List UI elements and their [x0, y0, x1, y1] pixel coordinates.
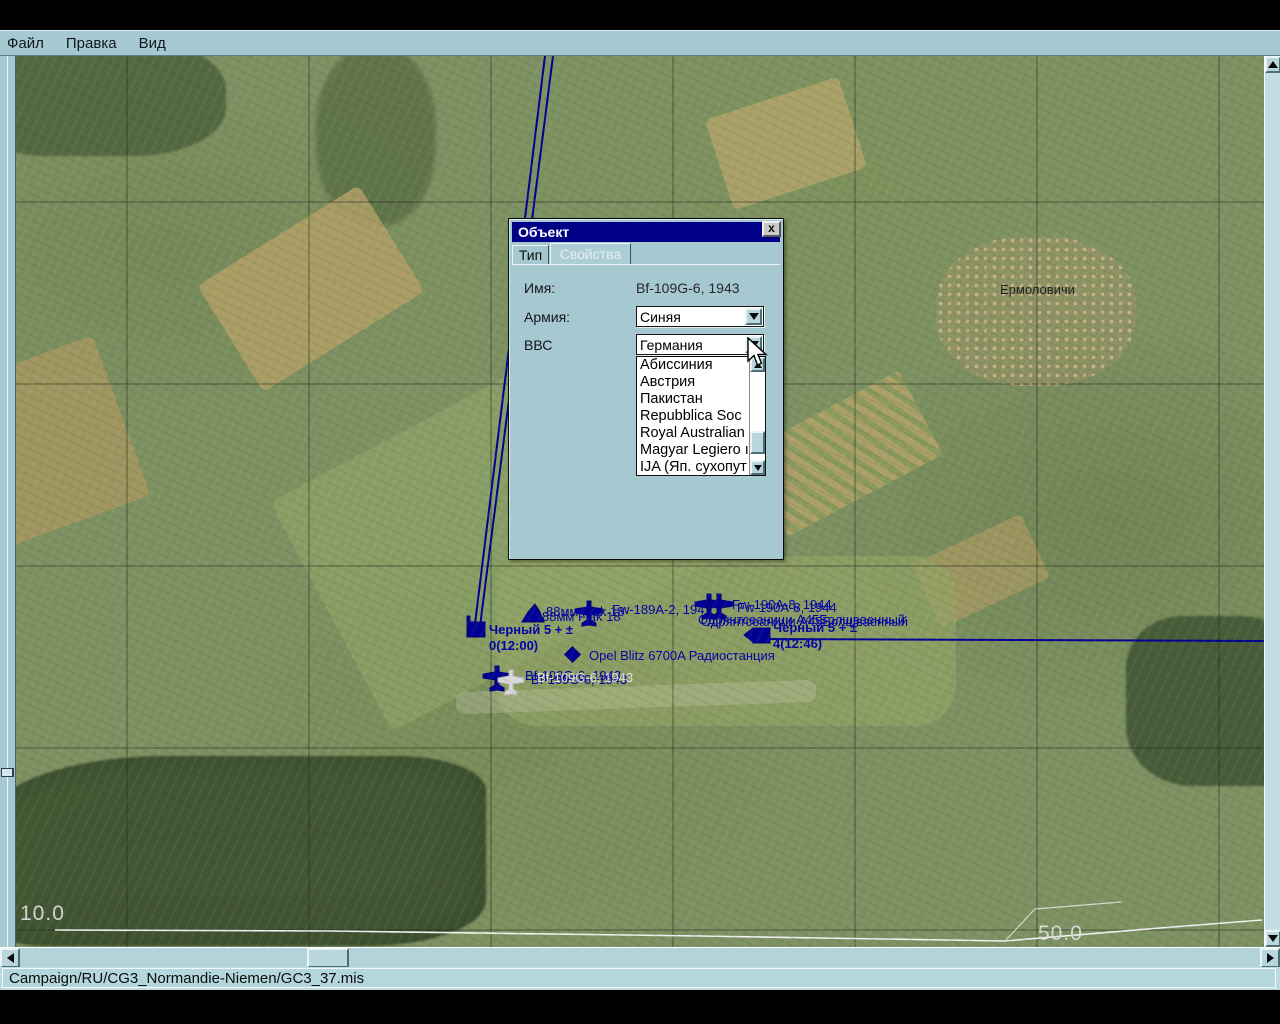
name-value: Bf-109G-6, 1943 — [636, 280, 740, 296]
airforce-dropdown-list: Абиссиния Австрия Пакистан Repubblica So… — [636, 356, 766, 476]
terrain-patch — [704, 76, 868, 211]
dropdown-option[interactable]: Австрия — [637, 374, 765, 391]
vertical-scrollbar[interactable] — [1264, 56, 1280, 947]
airforce-label: ВВС — [524, 337, 553, 353]
army-select[interactable]: Синяя — [636, 306, 764, 327]
dropdown-option[interactable]: IJA (Яп. сухопут — [637, 459, 765, 475]
waypoint-label-right-1[interactable]: Черный 5 + ± — [773, 620, 857, 635]
chevron-down-icon — [748, 341, 759, 348]
menu-bar: Файл Правка Вид — [0, 30, 1280, 56]
scroll-down-button[interactable] — [1265, 930, 1280, 947]
close-icon[interactable]: x — [762, 221, 781, 237]
airforce-dropdown-button[interactable] — [745, 336, 762, 353]
map-scale-label-right: 50.0 — [1038, 922, 1083, 945]
app-window: Файл Правка Вид 88мм Flak 18 88мм Flak 1… — [0, 0, 1280, 1024]
list-scroll-up-button[interactable] — [750, 357, 765, 372]
forest-patch — [16, 756, 486, 946]
object-dialog: Объект x Тип Свойства Имя: Bf-109G-6, 19… — [508, 218, 784, 560]
tab-properties[interactable]: Свойства — [550, 243, 631, 265]
down-arrow-icon — [1268, 935, 1278, 942]
scrollbar-thumb[interactable] — [307, 948, 349, 968]
slider-thumb[interactable] — [1, 768, 14, 777]
dropdown-option[interactable]: Royal Australian — [637, 425, 765, 442]
map-scale-label-left: 10.0 — [20, 902, 65, 925]
name-label: Имя: — [524, 280, 556, 296]
chevron-down-icon — [748, 313, 759, 320]
down-arrow-icon — [753, 464, 762, 471]
map-zoom-slider[interactable] — [0, 56, 16, 947]
army-selected-value: Синяя — [640, 309, 681, 325]
terrain-patch — [16, 335, 151, 547]
village-area — [936, 236, 1136, 386]
properties-pane: Имя: Bf-109G-6, 1943 Армия: Синяя ВВС Ге… — [512, 264, 780, 556]
dropdown-option[interactable]: Абиссиния — [637, 357, 765, 374]
dropdown-option[interactable]: Magyar Legiero ı — [637, 442, 765, 459]
waypoint-label-left-1[interactable]: Черный 5 + ± — [489, 622, 573, 637]
mission-path: Campaign/RU/CG3_Normandie-Niemen/GC3_37.… — [2, 968, 1276, 988]
tab-type[interactable]: Тип — [512, 245, 549, 265]
airforce-select[interactable]: Германия — [636, 334, 764, 355]
dialog-title[interactable]: Объект — [512, 222, 780, 242]
dropdown-option[interactable]: Пакистан — [637, 391, 765, 408]
status-bar: Campaign/RU/CG3_Normandie-Niemen/GC3_37.… — [0, 967, 1280, 990]
list-scrollbar-thumb[interactable] — [750, 431, 765, 454]
right-arrow-icon — [1266, 953, 1274, 963]
menu-file[interactable]: Файл — [7, 35, 44, 52]
left-arrow-icon — [6, 953, 14, 963]
up-arrow-icon — [753, 361, 762, 368]
scroll-up-button[interactable] — [1265, 56, 1280, 73]
scroll-left-button[interactable] — [0, 948, 20, 968]
unit-label-fw189[interactable]: Fw-189A-2, 1941 — [612, 602, 712, 617]
army-label: Армия: — [524, 309, 571, 325]
unit-label-bf109-highlight[interactable]: Bf-109G-6, 1943 — [537, 670, 633, 685]
forest-patch — [1126, 616, 1264, 786]
list-scrollbar[interactable] — [749, 357, 765, 475]
slider-track — [7, 56, 8, 947]
village-label: Ермоловичи — [1000, 282, 1075, 297]
waypoint-label-right-2[interactable]: 4(12:46) — [773, 636, 822, 651]
dropdown-option[interactable]: Repubblica Soc — [637, 408, 765, 425]
airforce-selected-value: Германия — [640, 337, 703, 353]
horizontal-scrollbar[interactable] — [0, 947, 1280, 968]
list-scroll-down-button[interactable] — [750, 460, 765, 475]
menu-view[interactable]: Вид — [139, 35, 166, 52]
unit-label-opel[interactable]: Opel Blitz 6700A Радиостанция — [589, 648, 775, 663]
army-dropdown-button[interactable] — [745, 308, 762, 325]
scroll-right-button[interactable] — [1260, 948, 1280, 968]
menu-edit[interactable]: Правка — [66, 35, 117, 52]
terrain-patch — [16, 56, 226, 156]
waypoint-label-left-2[interactable]: 0(12:00) — [489, 638, 538, 653]
up-arrow-icon — [1268, 61, 1278, 68]
